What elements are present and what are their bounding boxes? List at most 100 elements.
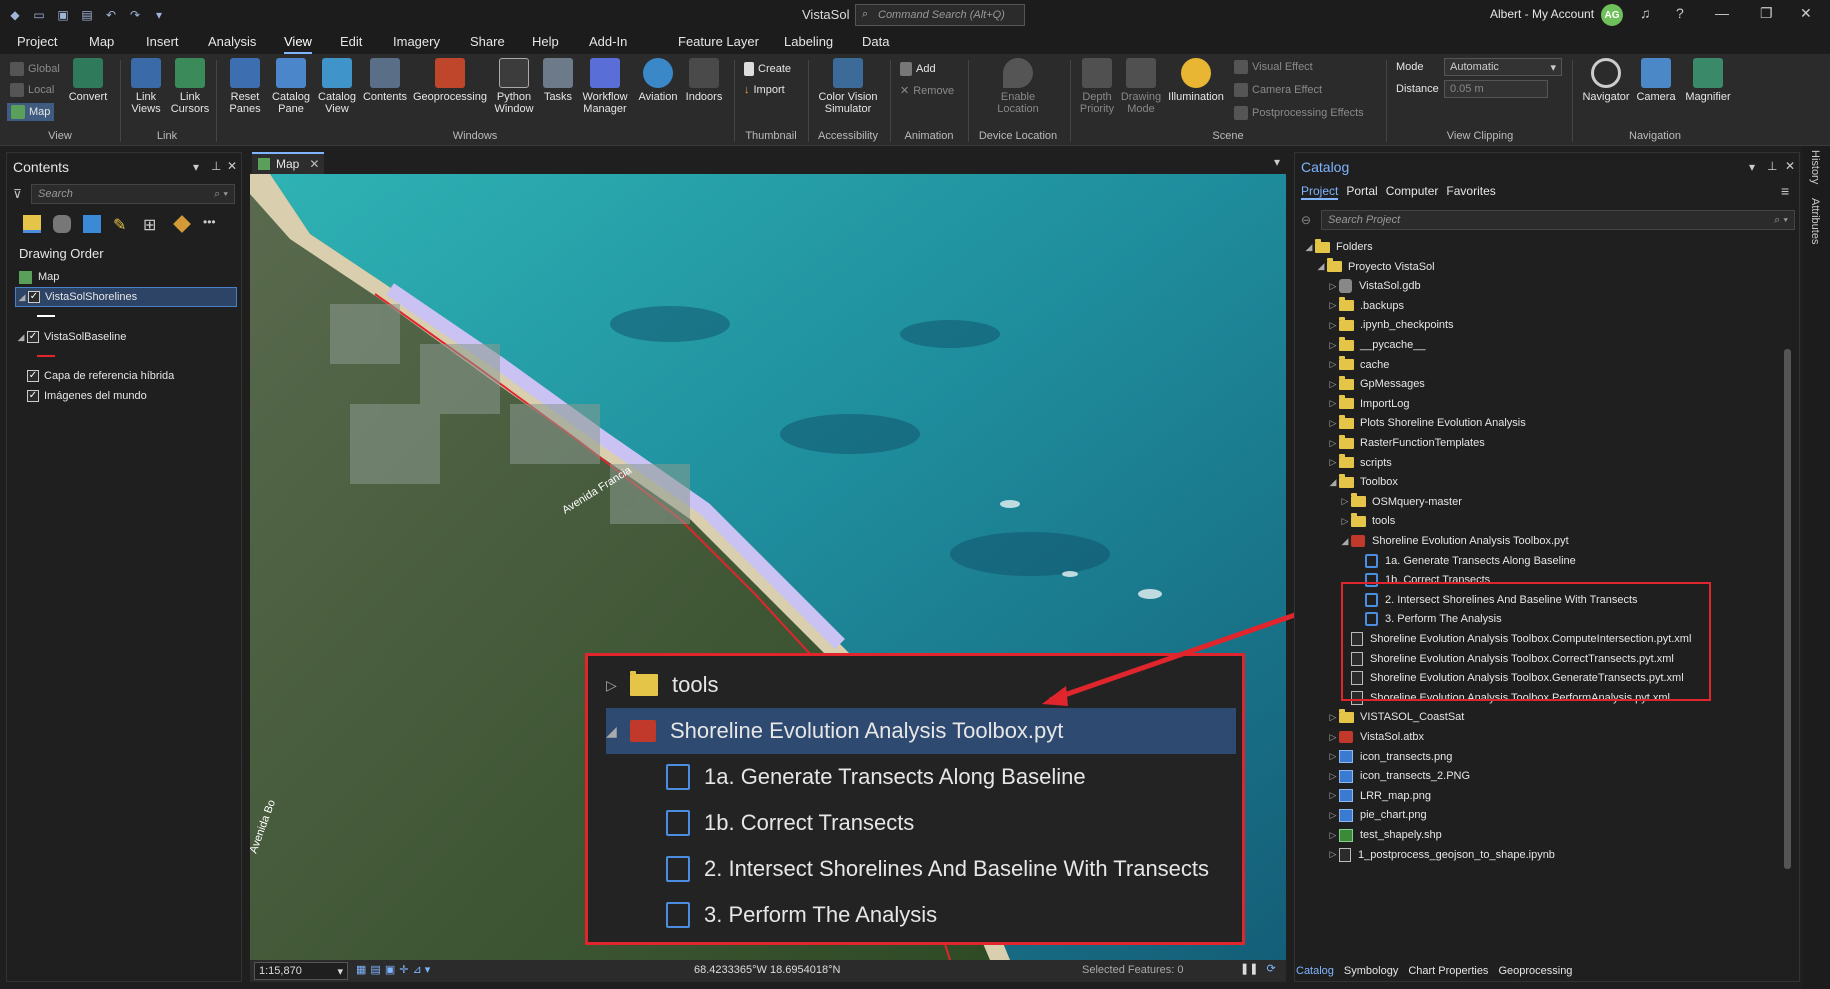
grid-icon[interactable]: ▤ <box>370 963 380 976</box>
map-dropdown-icon[interactable]: ▾ <box>1274 155 1280 169</box>
tab-labeling[interactable]: Labeling <box>784 34 833 49</box>
pane-options-icon[interactable]: ▾ <box>1749 160 1755 174</box>
back-icon[interactable]: ⊖ <box>1301 213 1311 227</box>
measure-icon[interactable]: ⊿ ▾ <box>412 963 430 976</box>
more-icon[interactable]: ••• <box>203 215 221 233</box>
link-views-button[interactable]: Link Views <box>124 58 168 115</box>
expand-arrow-icon[interactable]: ▷ <box>1327 300 1339 311</box>
expand-arrow-icon[interactable]: ▷ <box>1327 320 1339 331</box>
create-thumbnail-button[interactable]: Create <box>744 62 791 76</box>
collapse-arrow-icon[interactable]: ◢ <box>1327 477 1339 488</box>
expand-arrow-icon[interactable]: ▷ <box>1327 771 1339 782</box>
pane-options-icon[interactable]: ▾ <box>193 160 199 174</box>
catalog-item[interactable]: ▷ VistaSol.atbx <box>1327 727 1424 747</box>
link-cursors-button[interactable]: Link Cursors <box>168 58 212 115</box>
tab-geoprocessing[interactable]: Geoprocessing <box>1498 965 1572 977</box>
distance-input[interactable]: 0.05 m <box>1444 80 1548 98</box>
command-search-input[interactable]: ⌕ Command Search (Alt+Q) <box>855 4 1025 26</box>
tab-view[interactable]: View <box>284 34 312 54</box>
catalog-scrollbar[interactable] <box>1784 349 1791 869</box>
contents-search-input[interactable]: Search ⌕ ▾ <box>31 184 235 204</box>
contents-button[interactable]: Contents <box>360 58 410 103</box>
catalog-item[interactable]: ▷ ImportLog <box>1327 394 1410 414</box>
history-tab[interactable]: History <box>1809 150 1821 184</box>
list-by-labeling-icon[interactable] <box>173 215 191 233</box>
catalog-item[interactable]: ▷ icon_transects_2.PNG <box>1327 766 1470 786</box>
catalog-item[interactable]: ▷ test_shapely.shp <box>1327 825 1442 845</box>
refresh-icon[interactable]: ⟳ <box>1266 962 1275 975</box>
catalog-item[interactable]: ◢ Toolbox <box>1327 472 1398 492</box>
pin-icon[interactable]: ⊥ <box>211 159 221 173</box>
add-animation-button[interactable]: Add <box>900 62 936 76</box>
tab-portal[interactable]: Portal <box>1346 184 1377 200</box>
depth-priority-button[interactable]: Depth Priority <box>1076 58 1118 115</box>
layer-vistasol-shorelines[interactable]: ◢ ✓ VistaSolShorelines <box>15 287 237 307</box>
workflow-manager-button[interactable]: Workflow Manager <box>578 58 632 115</box>
import-thumbnail-button[interactable]: ↓ Import <box>744 84 785 96</box>
fixed-zoom-icon[interactable]: ▦ <box>356 963 366 976</box>
catalog-view-button[interactable]: Catalog View <box>314 58 360 115</box>
camera-effect-button[interactable]: Camera Effect <box>1234 83 1322 97</box>
collapse-arrow-icon[interactable]: ◢ <box>1315 261 1327 272</box>
minimize-icon[interactable]: — <box>1715 5 1729 21</box>
tab-chart-properties[interactable]: Chart Properties <box>1408 965 1488 977</box>
expand-arrow-icon[interactable]: ▷ <box>1327 849 1339 860</box>
help-icon[interactable]: ? <box>1676 5 1684 21</box>
map-node[interactable]: Map <box>19 267 59 287</box>
snapping-icon[interactable]: ✛ <box>399 963 408 976</box>
illumination-button[interactable]: Illumination <box>1164 58 1228 103</box>
save-as-icon[interactable]: ▤ <box>78 6 96 24</box>
map-view-tab[interactable]: Map ✕ <box>252 152 324 174</box>
catalog-item[interactable]: ▷ .ipynb_checkpoints <box>1327 315 1454 335</box>
aviation-button[interactable]: Aviation <box>634 58 682 103</box>
expand-arrow-icon[interactable]: ▷ <box>1327 790 1339 801</box>
global-button[interactable]: Global <box>10 62 60 76</box>
tab-computer[interactable]: Computer <box>1386 184 1439 200</box>
tab-feature-layer[interactable]: Feature Layer <box>678 34 759 49</box>
tab-analysis[interactable]: Analysis <box>208 34 256 49</box>
close-pane-icon[interactable]: ✕ <box>227 159 237 173</box>
indoors-button[interactable]: Indoors <box>682 58 726 103</box>
catalog-item[interactable]: ▷ pie_chart.png <box>1327 805 1427 825</box>
expand-arrow-icon[interactable]: ◢ <box>16 292 28 303</box>
extent-icon[interactable]: ▣ <box>385 963 395 976</box>
expand-arrow-icon[interactable]: ▷ <box>1327 457 1339 468</box>
layer-visibility-checkbox[interactable]: ✓ <box>27 390 39 402</box>
close-tab-icon[interactable]: ✕ <box>309 157 319 171</box>
convert-button[interactable]: Convert <box>66 58 110 103</box>
list-by-selection-icon[interactable] <box>83 215 101 233</box>
search-icon[interactable]: ⌕ ▾ <box>1774 214 1788 227</box>
collapse-arrow-icon[interactable]: ◢ <box>1339 536 1351 547</box>
tab-add-in[interactable]: Add-In <box>589 34 627 49</box>
catalog-item[interactable]: ▷ LRR_map.png <box>1327 786 1431 806</box>
save-icon[interactable]: ▣ <box>54 6 72 24</box>
tab-help[interactable]: Help <box>532 34 559 49</box>
catalog-item[interactable]: ▷ VISTASOL_CoastSat <box>1327 707 1464 727</box>
catalog-pane-button[interactable]: Catalog Pane <box>268 58 314 115</box>
expand-arrow-icon[interactable]: ▷ <box>1327 359 1339 370</box>
project-folder-node[interactable]: ◢ Proyecto VistaSol <box>1315 257 1435 277</box>
restore-icon[interactable]: ❐ <box>1760 5 1773 22</box>
collapse-arrow-icon[interactable]: ◢ <box>1303 242 1315 253</box>
filter-icon[interactable]: ⊽ <box>13 187 22 201</box>
open-icon[interactable]: ▭ <box>30 6 48 24</box>
map-button[interactable]: Map <box>7 103 55 121</box>
catalog-item[interactable]: ▷ cache <box>1327 355 1389 375</box>
menu-icon[interactable]: ≡ <box>1781 183 1789 199</box>
layer-visibility-checkbox[interactable]: ✓ <box>27 370 39 382</box>
list-by-drawing-order-icon[interactable] <box>23 215 41 233</box>
drawing-mode-button[interactable]: Drawing Mode <box>1118 58 1164 115</box>
layer-visibility-checkbox[interactable]: ✓ <box>28 291 40 303</box>
tab-project[interactable]: Project <box>17 34 57 49</box>
expand-arrow-icon[interactable]: ▷ <box>1327 340 1339 351</box>
catalog-item[interactable]: ▷ 1_postprocess_geojson_to_shape.ipynb <box>1327 845 1555 865</box>
folders-node[interactable]: ◢ Folders <box>1303 237 1373 257</box>
expand-arrow-icon[interactable]: ▷ <box>1327 418 1339 429</box>
catalog-search-input[interactable]: Search Project ⌕ ▾ <box>1321 210 1795 230</box>
script-tool-node[interactable]: 1a. Generate Transects Along Baseline <box>1353 551 1576 571</box>
list-by-editing-icon[interactable]: ✎ <box>113 215 131 234</box>
attributes-tab[interactable]: Attributes <box>1809 198 1821 244</box>
tab-edit[interactable]: Edit <box>340 34 362 49</box>
expand-arrow-icon[interactable]: ▷ <box>1327 398 1339 409</box>
tab-imagery[interactable]: Imagery <box>393 34 440 49</box>
